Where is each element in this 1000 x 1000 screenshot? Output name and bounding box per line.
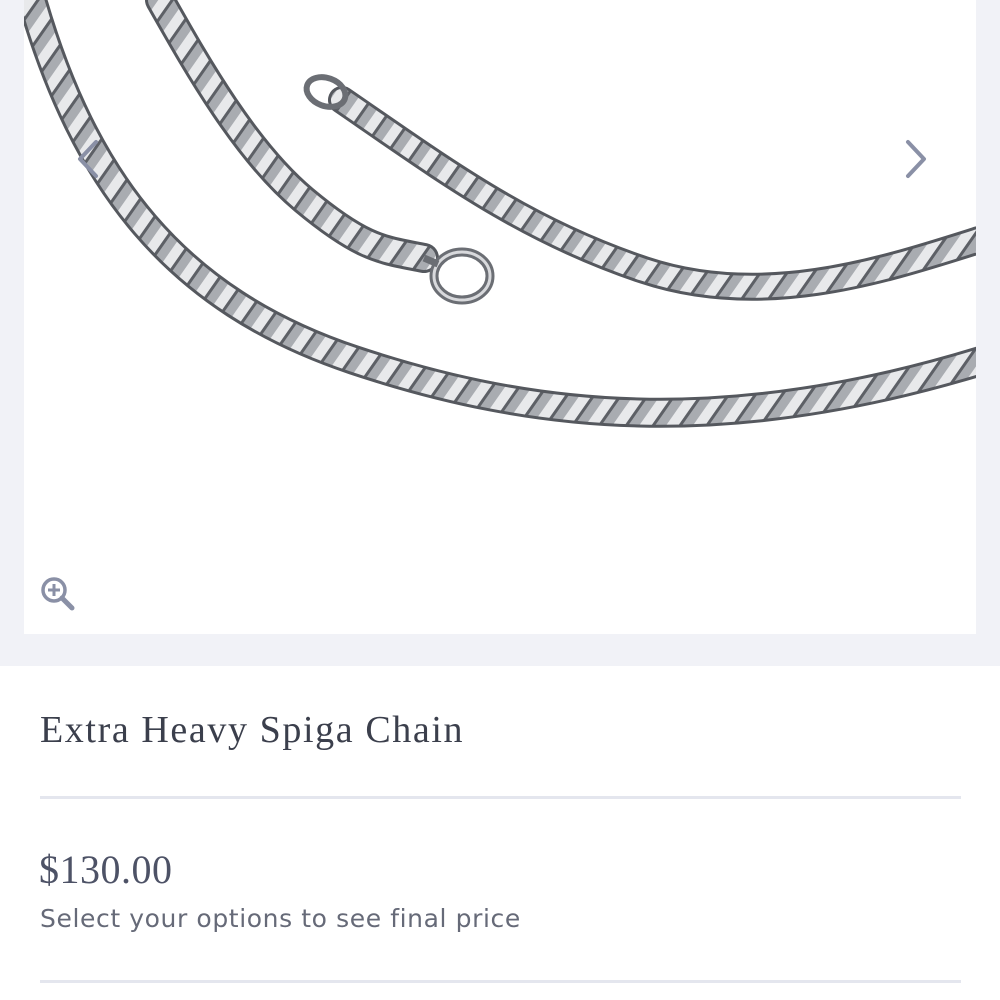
product-image [24, 0, 976, 428]
product-image-gallery[interactable] [24, 0, 976, 634]
product-title: Extra Heavy Spiga Chain [40, 709, 465, 751]
chevron-left-icon [78, 140, 98, 178]
chevron-right-icon [906, 140, 926, 178]
product-price: $130.00 [39, 847, 173, 892]
divider [40, 980, 961, 983]
divider [40, 796, 961, 799]
price-note: Select your options to see final price [40, 904, 521, 933]
product-info: Extra Heavy Spiga Chain $130.00 Select y… [0, 666, 1000, 1000]
next-image-button[interactable] [892, 135, 940, 183]
zoom-button[interactable] [36, 572, 80, 616]
previous-image-button[interactable] [64, 135, 112, 183]
zoom-in-icon [41, 577, 75, 611]
